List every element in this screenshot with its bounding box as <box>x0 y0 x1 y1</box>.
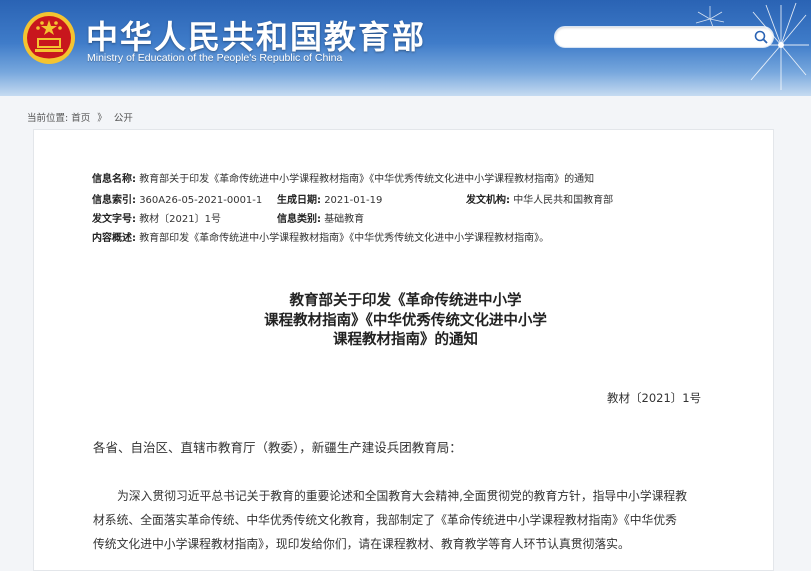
site-header: 中华人民共和国教育部 Ministry of Education of the … <box>0 0 811 96</box>
site-subtitle: Ministry of Education of the People's Re… <box>87 52 343 64</box>
document-number: 教材〔2021〕1号 <box>607 391 702 405</box>
meta-label: 信息索引: <box>92 195 136 206</box>
meta-index: 信息索引: 360A26-05-2021-0001-1 <box>92 191 262 206</box>
meta-value: 教育部关于印发《革命传统进中小学课程教材指南》《中华优秀传统文化进中小学课程教材… <box>139 174 595 185</box>
meta-category: 信息类别: 基础教育 <box>277 210 364 225</box>
document-title-line: 课程教材指南》的通知 <box>333 332 478 348</box>
dandelion-decoration-icon <box>746 2 809 90</box>
meta-info-name: 信息名称: 教育部关于印发《革命传统进中小学课程教材指南》《中华优秀传统文化进中… <box>92 170 594 185</box>
breadcrumb-home-link[interactable]: 首页 <box>71 110 90 124</box>
meta-summary: 内容概述: 教育部印发《革命传统进中小学课程教材指南》《中华优秀传统文化进中小学… <box>92 229 549 244</box>
body-line: 材系统、全面落实革命传统、中华优秀传统文化教育，我部制定了《革命传统进中小学课程… <box>93 513 677 527</box>
meta-label: 内容概述: <box>92 233 136 244</box>
meta-value: 教材〔2021〕1号 <box>139 214 221 225</box>
meta-value: 基础教育 <box>324 214 365 225</box>
body-line: 传统文化进中小学课程教材指南》，现印发给你们，请在课程教材、教育教学等育人环节认… <box>93 537 630 551</box>
meta-value: 中华人民共和国教育部 <box>513 195 614 206</box>
meta-date: 生成日期: 2021-01-19 <box>277 191 382 206</box>
body-line: 为深入贯彻习近平总书记关于教育的重要论述和全国教育大会精神,全面贯彻党的教育方针… <box>117 489 688 503</box>
meta-value: 教育部印发《革命传统进中小学课程教材指南》《中华优秀传统文化进中小学课程教材指南… <box>139 233 550 244</box>
meta-label: 发文字号: <box>92 214 136 225</box>
document-title-line: 课程教材指南》《中华优秀传统文化进中小学 <box>264 313 547 329</box>
document-addressee: 各省、自治区、直辖市教育厅（教委），新疆生产建设兵团教育局： <box>93 440 462 455</box>
document-title-line: 教育部关于印发《革命传统进中小学 <box>289 293 522 309</box>
breadcrumb-prefix: 当前位置: <box>27 113 69 124</box>
meta-label: 发文机构: <box>466 195 510 206</box>
meta-docno: 发文字号: 教材〔2021〕1号 <box>92 210 221 225</box>
breadcrumb-separator: 》 <box>97 113 107 124</box>
meta-value: 360A26-05-2021-0001-1 <box>139 195 263 206</box>
meta-label: 信息类别: <box>277 214 321 225</box>
national-emblem-icon[interactable] <box>22 10 76 66</box>
meta-org: 发文机构: 中华人民共和国教育部 <box>466 191 613 206</box>
meta-label: 信息名称: <box>92 174 136 185</box>
meta-value: 2021-01-19 <box>324 195 383 206</box>
breadcrumb: 当前位置: 首页 》 公开 <box>27 110 133 124</box>
breadcrumb-public-link[interactable]: 公开 <box>114 110 133 124</box>
meta-label: 生成日期: <box>277 195 321 206</box>
